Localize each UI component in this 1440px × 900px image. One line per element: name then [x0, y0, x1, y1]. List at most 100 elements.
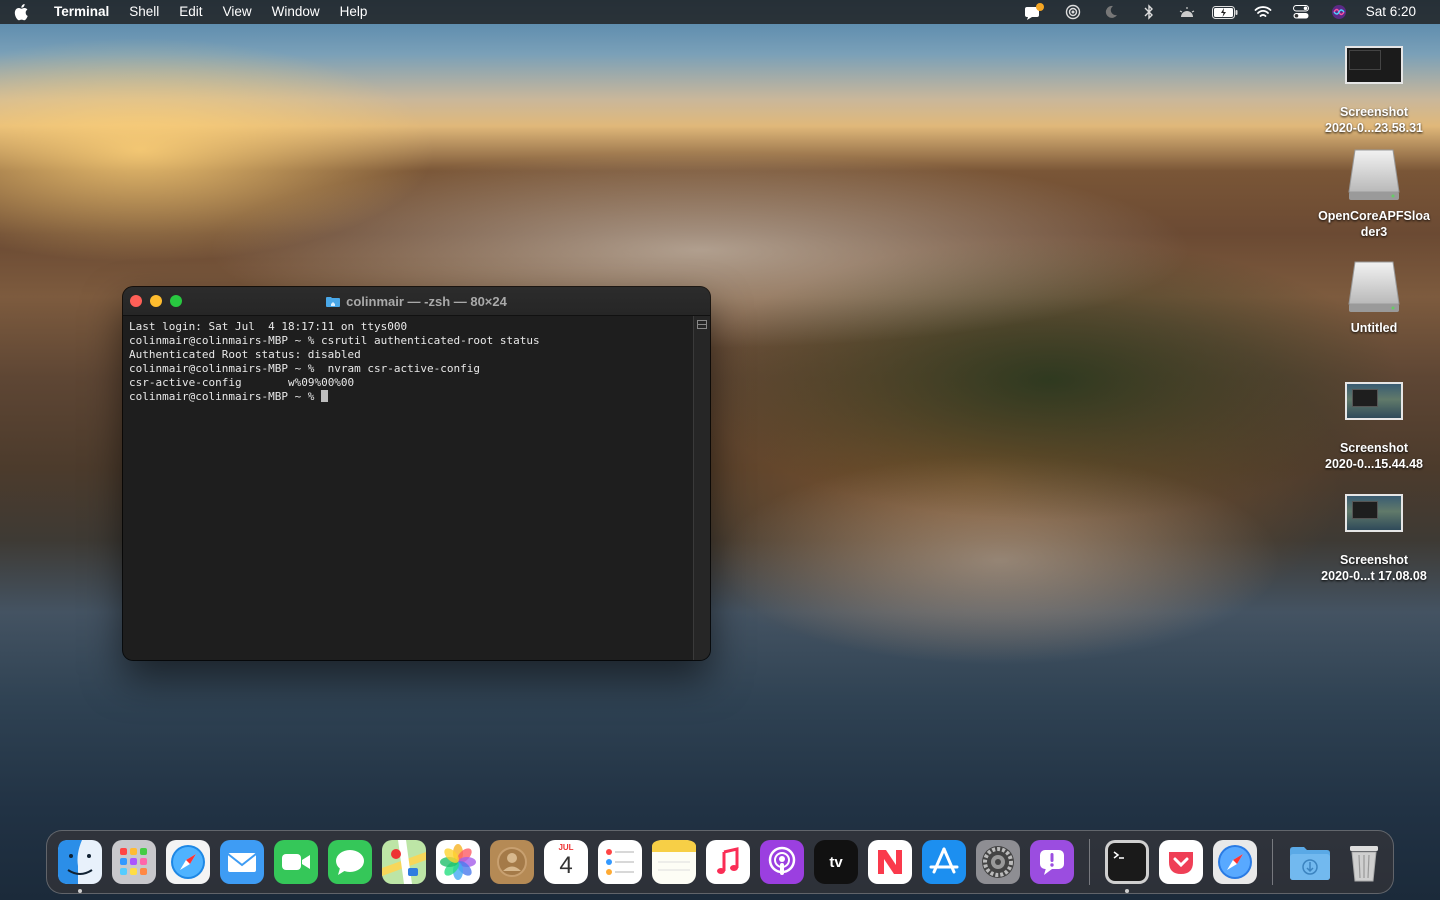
pocket-icon	[1159, 840, 1203, 884]
dock-finder[interactable]	[58, 840, 102, 893]
tv-label: tv	[829, 853, 843, 871]
desktop-item-untitled-disk[interactable]: Untitled	[1314, 260, 1434, 336]
desktop-item-label: Screenshot	[1339, 441, 1409, 455]
mail-icon	[220, 840, 264, 884]
app-store-icon	[922, 840, 966, 884]
airdrop-icon[interactable]	[1054, 0, 1092, 24]
split-pane-icon[interactable]	[697, 320, 707, 329]
menu-app-name[interactable]: Terminal	[44, 0, 119, 24]
terminal-output[interactable]: Last login: Sat Jul 4 18:17:11 on ttys00…	[123, 316, 694, 660]
disk-drive-icon	[1348, 149, 1400, 200]
desktop-item-label: 2020-0...23.58.31	[1325, 121, 1423, 135]
desktop-item-label: Untitled	[1350, 321, 1398, 335]
menu-shell[interactable]: Shell	[119, 0, 169, 24]
screenshot-thumbnail-icon	[1345, 382, 1403, 420]
dock-contacts[interactable]	[490, 840, 534, 884]
notification-icon[interactable]	[1016, 0, 1054, 24]
dock-system-preferences[interactable]	[976, 840, 1020, 884]
dock-tv[interactable]: tv	[814, 840, 858, 884]
feedback-icon	[1030, 840, 1074, 884]
safari-icon	[166, 840, 210, 884]
dock-safari[interactable]	[166, 840, 210, 884]
dock-news[interactable]	[868, 840, 912, 884]
dock-messages[interactable]	[328, 840, 372, 884]
dock-launchpad[interactable]	[112, 840, 156, 884]
facetime-icon	[274, 840, 318, 884]
desktop-item-opencore-disk[interactable]: OpenCoreAPFSloa der3	[1314, 148, 1434, 240]
dock-mail[interactable]	[220, 840, 264, 884]
calendar-day: 4	[559, 852, 573, 879]
trash-icon	[1350, 846, 1378, 882]
menu-view[interactable]: View	[213, 0, 262, 24]
battery-icon[interactable]	[1206, 0, 1244, 24]
desktop-item-label: Screenshot	[1339, 553, 1409, 567]
terminal-scrollbar[interactable]	[693, 316, 710, 660]
desktop-item-screenshot-3[interactable]: Screenshot 2020-0...t 17.08.08	[1314, 494, 1434, 584]
home-folder-icon	[326, 296, 341, 307]
maps-icon	[382, 840, 426, 884]
dock-app-store[interactable]	[922, 840, 966, 884]
dock-calendar[interactable]: JUL 4	[544, 840, 588, 884]
desktop-item-screenshot-1[interactable]: Screenshot 2020-0...23.58.31	[1314, 46, 1434, 136]
dock-terminal[interactable]	[1105, 840, 1149, 893]
menu-clock[interactable]: Sat 6:20	[1358, 0, 1426, 24]
desktop-item-screenshot-2[interactable]: Screenshot 2020-0...15.44.48	[1314, 382, 1434, 472]
terminal-window[interactable]: colinmair — -zsh — 80×24 Last login: Sat…	[123, 287, 710, 660]
dock-separator	[1272, 839, 1273, 885]
dock-photos[interactable]	[436, 840, 480, 884]
launchpad-icon	[112, 840, 156, 884]
dock-pocket[interactable]	[1159, 840, 1203, 884]
desktop-item-label: Screenshot	[1339, 105, 1409, 119]
bluetooth-icon[interactable]	[1130, 0, 1168, 24]
notes-icon	[652, 840, 696, 884]
messages-icon	[328, 840, 372, 884]
focus-moon-icon[interactable]	[1092, 0, 1130, 24]
screenshot-thumbnail-icon	[1345, 46, 1403, 84]
downloads-folder-icon	[1290, 847, 1330, 880]
desktop-item-label: OpenCoreAPFSloa	[1318, 209, 1430, 223]
news-icon	[868, 840, 912, 884]
gear-icon	[976, 840, 1020, 884]
menu-help[interactable]: Help	[330, 0, 378, 24]
compass-icon	[1213, 840, 1257, 884]
dock-podcasts[interactable]	[760, 840, 804, 884]
dock-safari-preview[interactable]	[1213, 840, 1257, 884]
control-center-icon[interactable]	[1282, 0, 1320, 24]
menu-edit[interactable]: Edit	[169, 0, 212, 24]
screenshot-thumbnail-icon	[1345, 494, 1403, 532]
menu-window[interactable]: Window	[262, 0, 330, 24]
music-icon	[706, 840, 750, 884]
terminal-line: csr-active-config w%09%00%00	[129, 376, 355, 389]
terminal-titlebar[interactable]: colinmair — -zsh — 80×24	[123, 287, 710, 316]
finder-icon	[58, 840, 102, 884]
dock-downloads[interactable]	[1288, 840, 1332, 884]
terminal-line: Authenticated Root status: disabled	[129, 348, 361, 361]
wifi-icon[interactable]	[1244, 0, 1282, 24]
dock-maps[interactable]	[382, 840, 426, 884]
text-cursor	[321, 390, 329, 402]
terminal-icon	[1105, 840, 1149, 884]
dock-music[interactable]	[706, 840, 750, 884]
dock: JUL 4 tv	[46, 830, 1394, 894]
brightness-icon[interactable]	[1168, 0, 1206, 24]
window-title: colinmair — -zsh — 80×24	[346, 293, 507, 309]
podcasts-icon	[760, 840, 804, 884]
contacts-icon	[490, 840, 534, 884]
apple-menu-icon[interactable]	[14, 3, 30, 21]
terminal-line: colinmair@colinmairs-MBP ~ % nvram csr-a…	[129, 362, 480, 375]
dock-reminders[interactable]	[598, 840, 642, 884]
dock-feedback-assistant[interactable]	[1030, 840, 1074, 884]
desktop-item-label: 2020-0...15.44.48	[1325, 457, 1423, 471]
desktop-item-label: der3	[1360, 225, 1388, 239]
dock-separator	[1089, 839, 1090, 885]
terminal-prompt: colinmair@colinmairs-MBP ~ %	[129, 390, 322, 403]
dock-trash[interactable]	[1342, 840, 1386, 884]
menu-bar: Terminal Shell Edit View Window Help Sat…	[0, 0, 1440, 24]
desktop-item-label: 2020-0...t 17.08.08	[1321, 569, 1427, 583]
terminal-line: Last login: Sat Jul 4 18:17:11 on ttys00…	[129, 320, 408, 333]
dock-notes[interactable]	[652, 840, 696, 884]
siri-icon[interactable]	[1320, 0, 1358, 24]
photos-icon	[436, 840, 480, 884]
dock-facetime[interactable]	[274, 840, 318, 884]
disk-drive-icon	[1348, 261, 1400, 312]
